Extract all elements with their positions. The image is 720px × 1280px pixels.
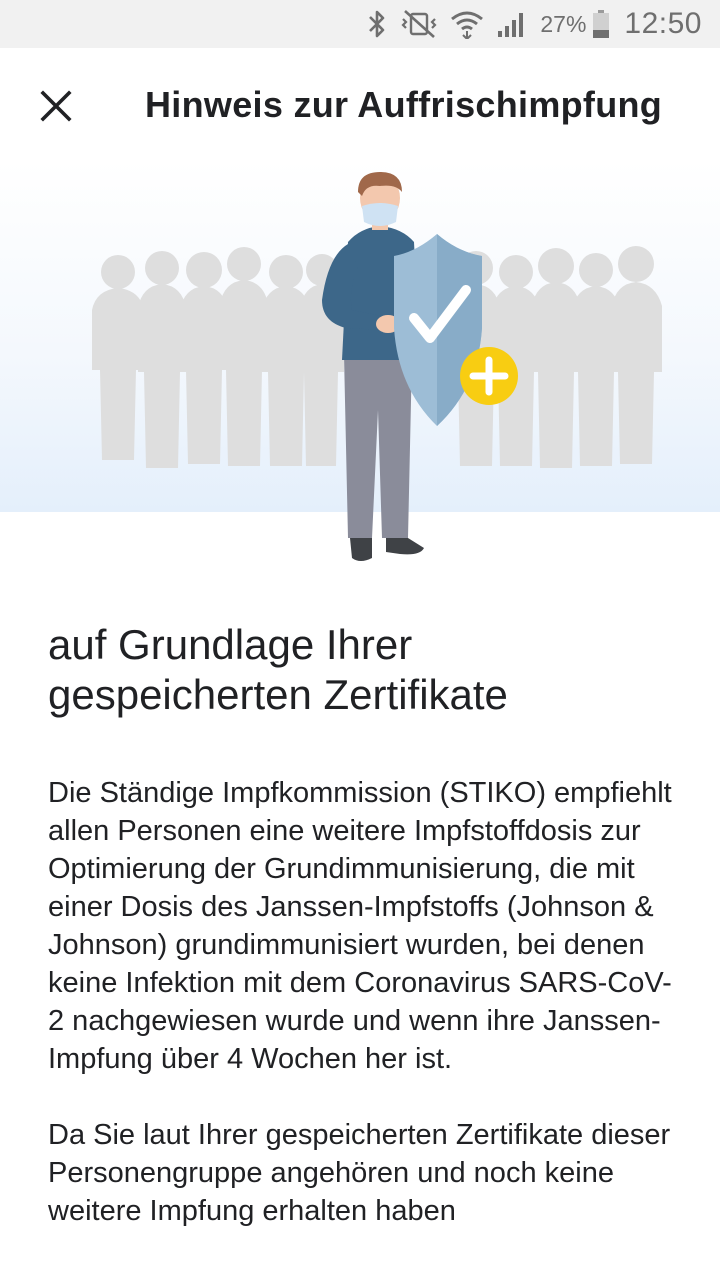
clock: 12:50 xyxy=(624,7,702,40)
app-bar: Hinweis zur Auffrischimpfung xyxy=(0,48,720,160)
info-paragraph-2: Da Sie laut Ihrer gespeicherten Zertifik… xyxy=(48,1119,671,1227)
section-heading: auf Grundlage Ihrer gespeicherten Zertif… xyxy=(48,621,508,718)
main-content: auf Grundlage Ihrer gespeicherten Zertif… xyxy=(48,620,678,1268)
battery-icon xyxy=(592,9,610,39)
page-title: Hinweis zur Auffrischimpfung xyxy=(145,84,663,125)
vibrate-mute-icon xyxy=(400,9,438,39)
close-icon xyxy=(40,90,72,122)
hero-illustration xyxy=(0,160,720,590)
status-bar: 27% 12:50 xyxy=(0,0,720,48)
bluetooth-icon xyxy=(366,9,388,39)
wifi-icon xyxy=(450,9,484,39)
cell-signal-icon xyxy=(496,9,528,39)
close-button[interactable] xyxy=(26,76,86,136)
battery-percentage: 27% xyxy=(540,10,587,37)
plus-icon xyxy=(460,347,518,405)
info-paragraph: Die Ständige Impfkommission (STIKO) empf… xyxy=(48,777,672,1075)
